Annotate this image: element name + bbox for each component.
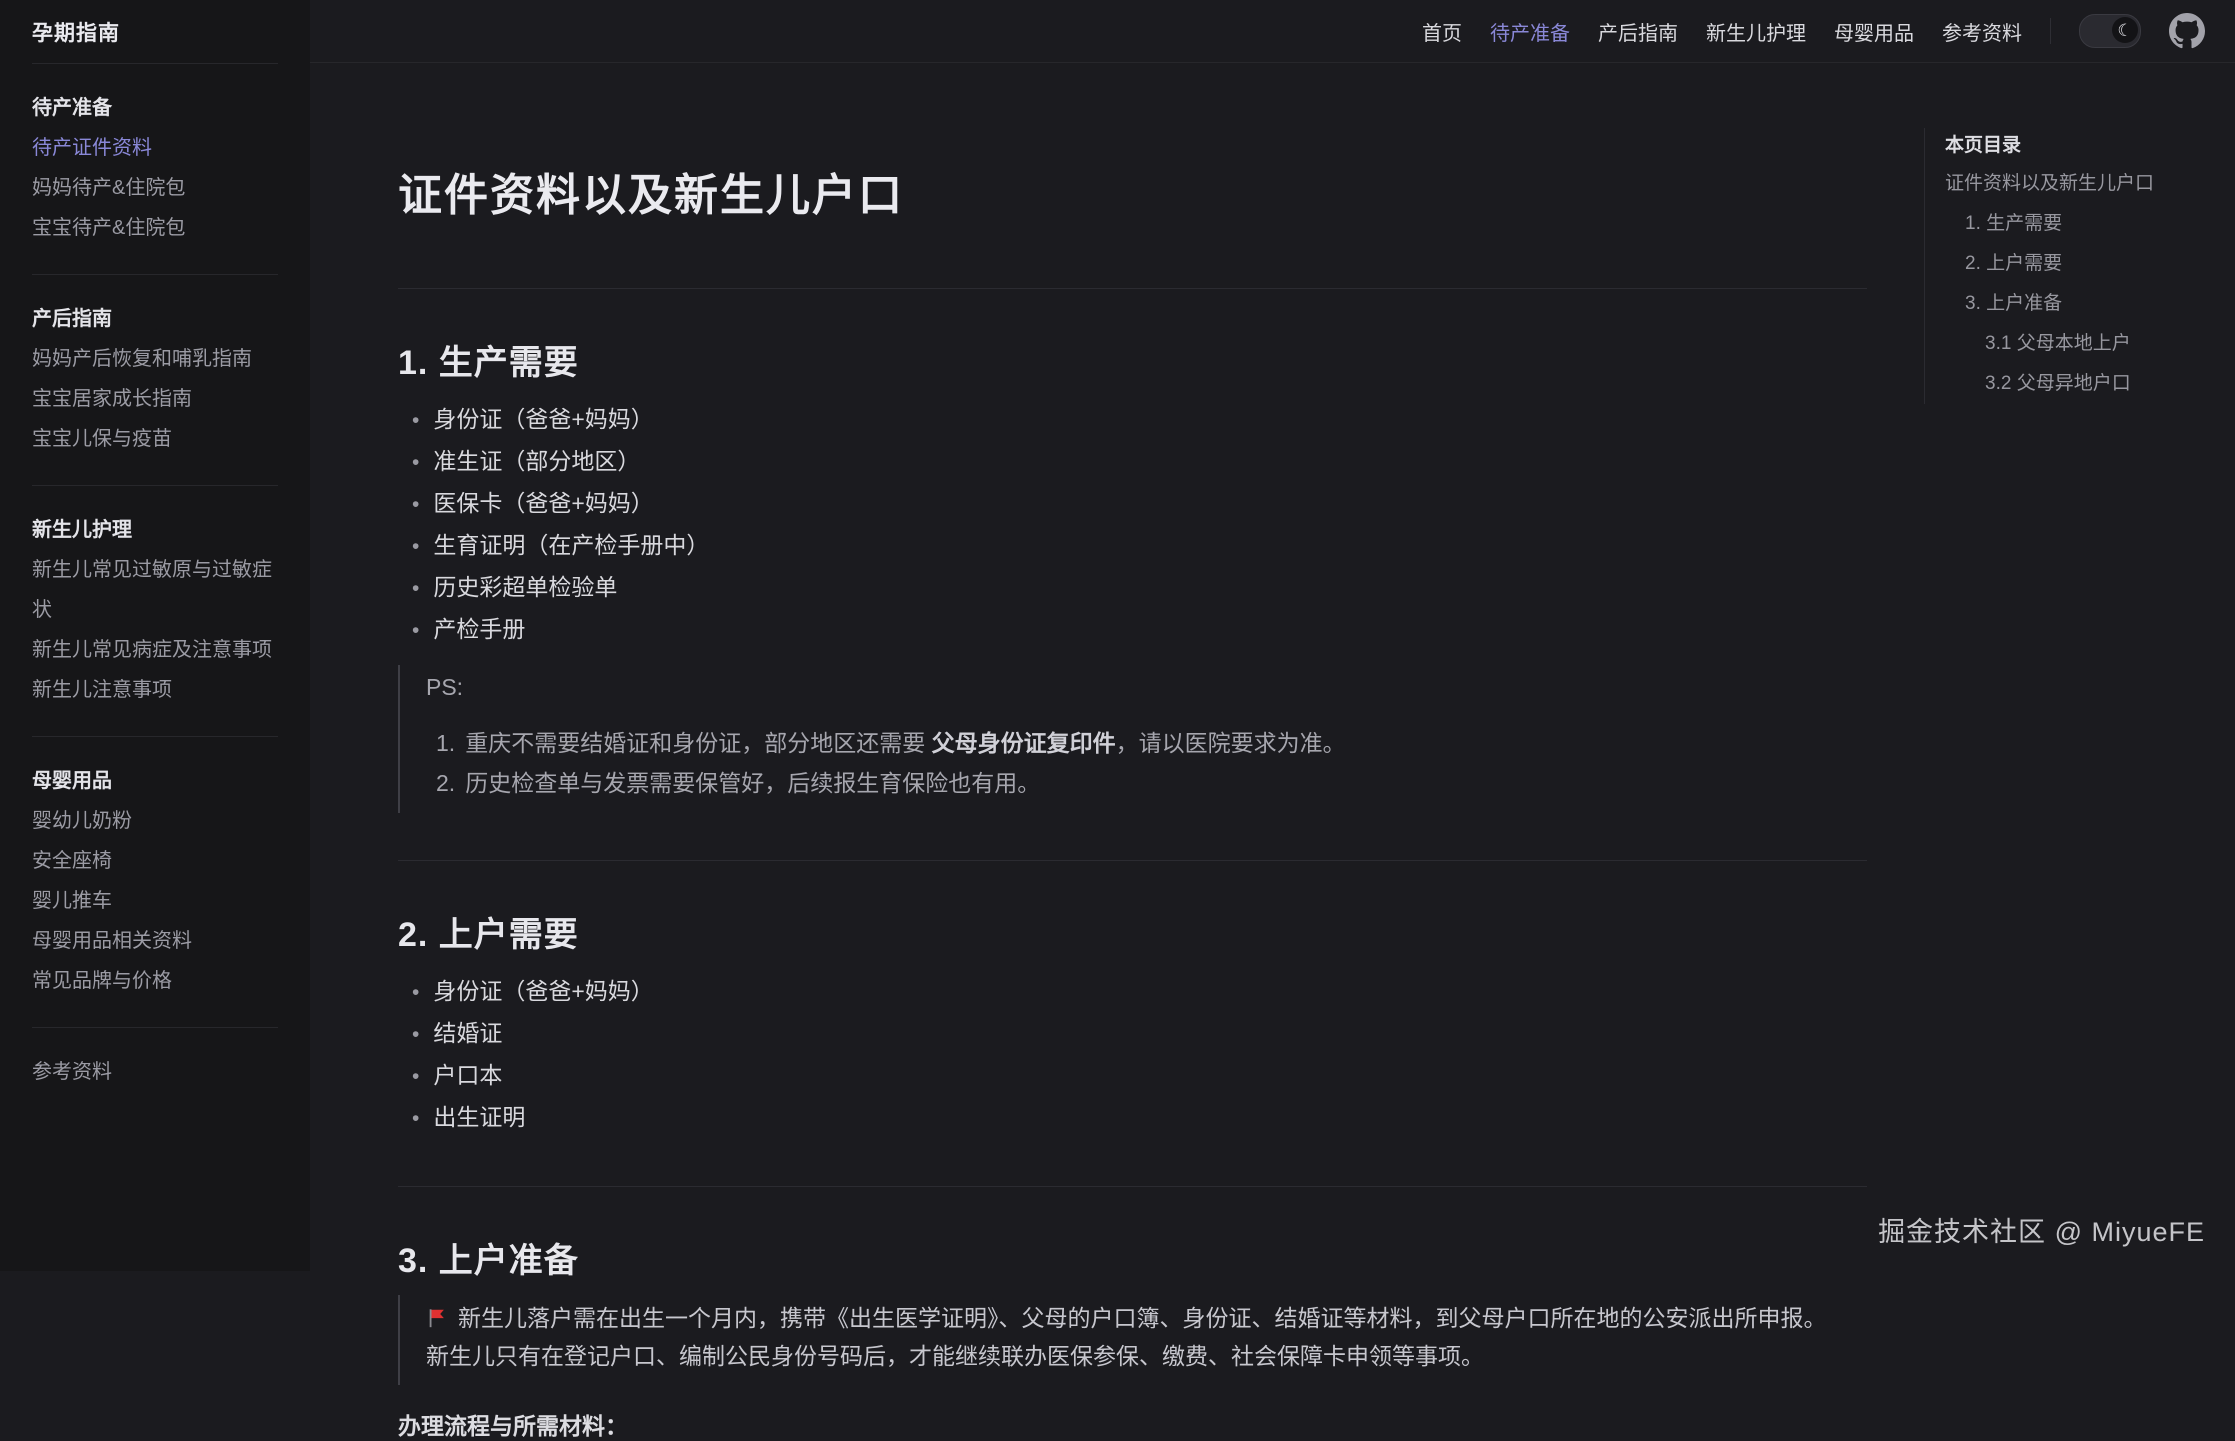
sidebar-item-references[interactable]: 参考资料	[32, 1052, 278, 1092]
sidebar-item-baby-hospital-bag[interactable]: 宝宝待产&住院包	[32, 208, 278, 248]
main-area: 首页 待产准备 产后指南 新生儿护理 母婴用品 参考资料 ☾ 证件资料以及新生儿…	[310, 0, 2235, 1271]
list-item: 产检手册	[412, 609, 1867, 651]
sidebar-group-newborn-care: 新生儿护理 新生儿常见过敏原与过敏症状 新生儿常见病症及注意事项 新生儿注意事项	[32, 485, 278, 736]
sidebar-item-product-refs[interactable]: 母婴用品相关资料	[32, 921, 278, 961]
ps-item-1: 1.重庆不需要结婚证和身份证，部分地区还需要 父母身份证复印件，请以医院要求为准…	[436, 723, 1867, 763]
note-line-1: 新生儿落户需在出生一个月内，携带《出生医学证明》、父母的户口簿、身份证、结婚证等…	[426, 1299, 1867, 1337]
sidebar-item-stroller[interactable]: 婴儿推车	[32, 881, 278, 921]
ps-label: PS:	[426, 669, 1867, 705]
toc-link-section-1[interactable]: 1. 生产需要	[1945, 204, 2197, 244]
registration-needs-list: 身份证（爸爸+妈妈） 结婚证 户口本 出生证明	[398, 971, 1867, 1139]
birth-needs-list: 身份证（爸爸+妈妈） 准生证（部分地区） 医保卡（爸爸+妈妈） 生育证明（在产检…	[398, 399, 1867, 651]
toc-title: 本页目录	[1945, 128, 2197, 164]
process-label: 办理流程与所需材料：	[398, 1407, 1867, 1441]
site-title: 孕期指南	[32, 0, 278, 64]
sidebar-group-title: 母婴用品	[32, 761, 278, 801]
nav-link-postpartum[interactable]: 产后指南	[1598, 17, 1678, 46]
list-item: 医保卡（爸爸+妈妈）	[412, 483, 1867, 525]
list-item: 身份证（爸爸+妈妈）	[412, 971, 1867, 1013]
sidebar-group-postpartum: 产后指南 妈妈产后恢复和哺乳指南 宝宝居家成长指南 宝宝儿保与疫苗	[32, 274, 278, 485]
list-item: 结婚证	[412, 1013, 1867, 1055]
registration-note-blockquote: 新生儿落户需在出生一个月内，携带《出生医学证明》、父母的户口簿、身份证、结婚证等…	[398, 1295, 1867, 1385]
red-flag-icon	[426, 1307, 448, 1329]
sidebar-group-prenatal: 待产准备 待产证件资料 妈妈待产&住院包 宝宝待产&住院包	[32, 64, 278, 274]
ps-bold-text: 父母身份证复印件	[932, 730, 1116, 756]
sidebar-item-notes[interactable]: 新生儿注意事项	[32, 670, 278, 710]
sidebar-group-title: 新生儿护理	[32, 510, 278, 550]
github-icon[interactable]	[2169, 13, 2205, 49]
note-line-2: 新生儿只有在登记户口、编制公民身份号码后，才能继续联办医保参保、缴费、社会保障卡…	[426, 1337, 1867, 1375]
sidebar-group-title: 待产准备	[32, 88, 278, 128]
heading-birth-needs: 1. 生产需要	[398, 288, 1867, 383]
list-item: 生育证明（在产检手册中）	[412, 525, 1867, 567]
nav-link-prenatal[interactable]: 待产准备	[1490, 17, 1570, 46]
toc-link-section-3-1[interactable]: 3.1 父母本地上户	[1945, 324, 2197, 364]
watermark: 掘金技术社区 @ MiyueFE	[1878, 1210, 2205, 1249]
sidebar-group-products: 母婴用品 婴幼儿奶粉 安全座椅 婴儿推车 母婴用品相关资料 常见品牌与价格	[32, 736, 278, 1027]
ps-blockquote: PS: 1.重庆不需要结婚证和身份证，部分地区还需要 父母身份证复印件，请以医院…	[398, 665, 1867, 813]
list-item: 准生证（部分地区）	[412, 441, 1867, 483]
sidebar-group-references: 参考资料	[32, 1027, 278, 1118]
toc-link-section-3[interactable]: 3. 上户准备	[1945, 284, 2197, 324]
sidebar-item-allergy[interactable]: 新生儿常见过敏原与过敏症状	[32, 550, 278, 630]
sidebar-group-title: 产后指南	[32, 299, 278, 339]
sidebar-item-baby-vaccine[interactable]: 宝宝儿保与疫苗	[32, 419, 278, 459]
nav-link-references[interactable]: 参考资料	[1942, 17, 2022, 46]
toc-link-section-3-2[interactable]: 3.2 父母异地户口	[1945, 364, 2197, 404]
list-item: 历史彩超单检验单	[412, 567, 1867, 609]
sidebar-item-baby-growth[interactable]: 宝宝居家成长指南	[32, 379, 278, 419]
sidebar: 孕期指南 待产准备 待产证件资料 妈妈待产&住院包 宝宝待产&住院包 产后指南 …	[0, 0, 310, 1271]
sidebar-item-car-seat[interactable]: 安全座椅	[32, 841, 278, 881]
sidebar-item-mom-recovery[interactable]: 妈妈产后恢复和哺乳指南	[32, 339, 278, 379]
nav-divider	[2050, 18, 2051, 44]
sidebar-item-formula[interactable]: 婴幼儿奶粉	[32, 801, 278, 841]
moon-icon: ☾	[2112, 17, 2138, 43]
ps-ordered-list: 1.重庆不需要结婚证和身份证，部分地区还需要 父母身份证复印件，请以医院要求为准…	[426, 723, 1867, 803]
toc-link-section-2[interactable]: 2. 上户需要	[1945, 244, 2197, 284]
page-title: 证件资料以及新生儿户口	[398, 169, 1867, 222]
nav-link-newborn-care[interactable]: 新生儿护理	[1706, 17, 1806, 46]
app-root: 孕期指南 待产准备 待产证件资料 妈妈待产&住院包 宝宝待产&住院包 产后指南 …	[0, 0, 2235, 1271]
list-item: 身份证（爸爸+妈妈）	[412, 399, 1867, 441]
nav-link-products[interactable]: 母婴用品	[1834, 17, 1914, 46]
toc: 本页目录 证件资料以及新生儿户口 1. 生产需要 2. 上户需要 3. 上户准备…	[1924, 128, 2197, 404]
top-navbar: 首页 待产准备 产后指南 新生儿护理 母婴用品 参考资料 ☾	[310, 0, 2235, 63]
heading-registration-prep: 3. 上户准备	[398, 1186, 1867, 1281]
document: 证件资料以及新生儿户口 1. 生产需要 身份证（爸爸+妈妈） 准生证（部分地区）…	[398, 63, 1867, 1441]
theme-toggle[interactable]: ☾	[2079, 14, 2141, 48]
sidebar-item-illness[interactable]: 新生儿常见病症及注意事项	[32, 630, 278, 670]
heading-registration-needs: 2. 上户需要	[398, 860, 1867, 955]
nav-link-home[interactable]: 首页	[1422, 17, 1462, 46]
ps-item-2: 2.历史检查单与发票需要保管好，后续报生育保险也有用。	[436, 763, 1867, 803]
list-item: 户口本	[412, 1055, 1867, 1097]
sidebar-item-documents[interactable]: 待产证件资料	[32, 128, 278, 168]
sidebar-item-mom-hospital-bag[interactable]: 妈妈待产&住院包	[32, 168, 278, 208]
toc-link-page[interactable]: 证件资料以及新生儿户口	[1945, 164, 2197, 204]
sidebar-item-brands-prices[interactable]: 常见品牌与价格	[32, 961, 278, 1001]
list-item: 出生证明	[412, 1097, 1867, 1139]
